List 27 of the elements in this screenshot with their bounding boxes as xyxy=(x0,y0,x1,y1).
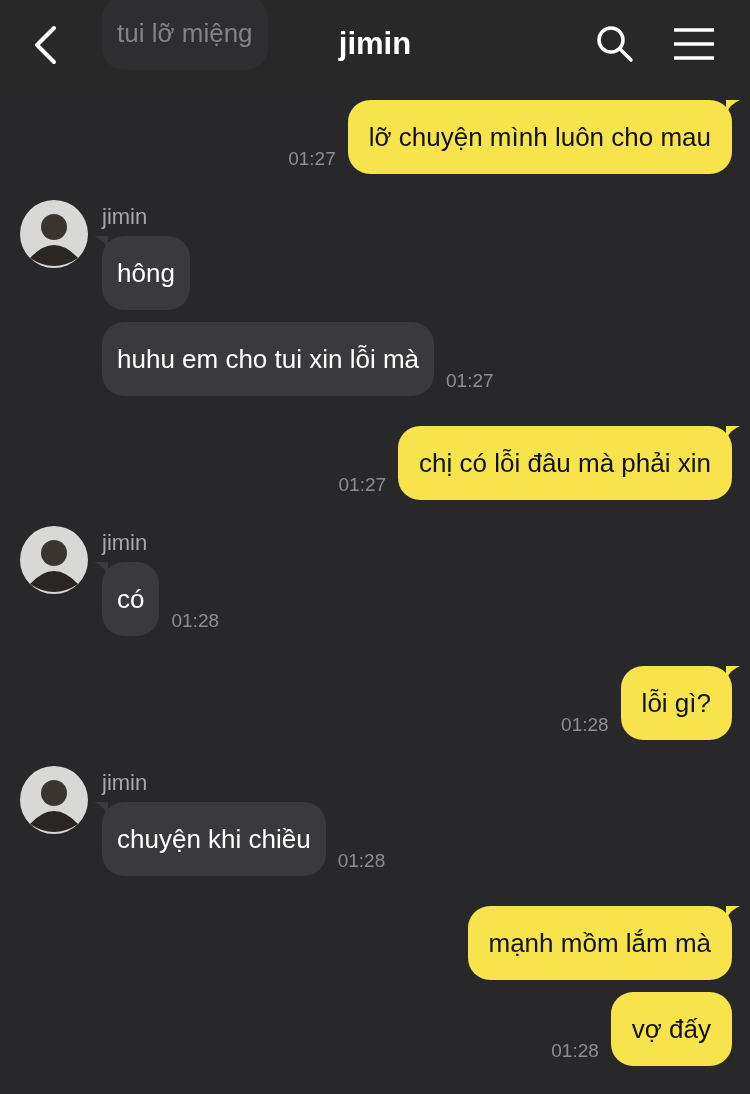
message-time: 01:28 xyxy=(171,610,219,632)
sender-name: jimin xyxy=(102,204,149,230)
message-time: 01:27 xyxy=(338,474,387,496)
message-time: 01:28 xyxy=(337,850,386,872)
message-bubble: huhu em cho tui xin lỗi mà xyxy=(102,322,435,396)
sender-name: jimin xyxy=(102,530,149,556)
message-bubble: có xyxy=(102,562,160,636)
avatar[interactable] xyxy=(20,200,88,268)
message-time: 01:28 xyxy=(551,1040,599,1062)
message-bubble: chị có lỗi đâu mà phải xin xyxy=(398,426,732,500)
message-bubble: chuyện khi chiều xyxy=(102,802,326,876)
search-icon[interactable] xyxy=(596,25,634,63)
message-time: 01:28 xyxy=(561,714,609,736)
message-bubble: hông xyxy=(102,236,190,310)
message-bubble: lỡ chuyện mình luôn cho mau xyxy=(347,100,732,174)
message-bubble: mạnh mồm lắm mà xyxy=(467,906,732,980)
message-time: 01:27 xyxy=(446,370,494,392)
message-bubble: vợ đấy xyxy=(610,992,732,1066)
message-time: 01:27 xyxy=(288,148,336,170)
avatar[interactable] xyxy=(20,526,88,594)
menu-icon[interactable] xyxy=(674,28,714,60)
back-icon[interactable] xyxy=(32,25,58,65)
avatar[interactable] xyxy=(20,766,88,834)
chat-title: jimin xyxy=(337,26,413,62)
message-bubble: lỗi gì? xyxy=(620,666,732,740)
sender-name: jimin xyxy=(102,770,149,796)
message-bubble: tui lỡ miệng xyxy=(102,0,268,70)
